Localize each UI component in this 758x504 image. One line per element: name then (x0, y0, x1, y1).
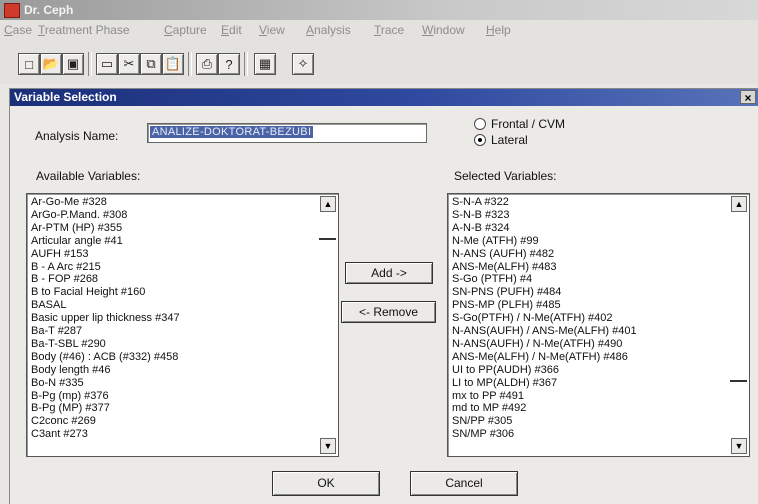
scroll-down-icon[interactable]: ▼ (320, 438, 336, 454)
app-logo-icon (4, 3, 20, 18)
close-icon[interactable]: × (740, 90, 756, 105)
scroll-thumb[interactable] (319, 238, 336, 240)
list-item[interactable]: mx to PP #491 (452, 390, 524, 402)
dialog-title-bar: Variable Selection × (10, 89, 758, 106)
list-item[interactable]: UI to PP(AUDH) #366 (452, 364, 559, 376)
list-item[interactable]: C2conc #269 (31, 415, 96, 427)
menu-analysis[interactable]: Analysis (306, 20, 351, 40)
add-button[interactable]: Add -> (345, 262, 433, 284)
analysis-name-value: ANALIZE-DOKTORAT-BEZUBI (150, 126, 314, 138)
list-item[interactable]: md to MP #492 (452, 402, 526, 414)
list-item[interactable]: N-ANS(AUFH) / ANS-Me(ALFH) #401 (452, 325, 637, 337)
list-item[interactable]: Ba-T #287 (31, 325, 82, 337)
analysis-name-label: Analysis Name: (35, 129, 119, 143)
selected-variables-list[interactable]: ▲ ▼ S-N-A #322 S-N-B #323 A-N-B #324 N-Me (… (447, 193, 750, 457)
remove-button[interactable]: <- Remove (341, 301, 436, 323)
list-item[interactable]: Articular angle #41 (31, 235, 123, 247)
dialog-title: Variable Selection (14, 90, 117, 104)
scroll-up-icon[interactable]: ▲ (320, 196, 336, 212)
list-item[interactable]: SN-PNS (PUFH) #484 (452, 286, 561, 298)
menu-trace[interactable]: Trace (374, 20, 404, 40)
toolbar: □ 📂 ▣ ▭ ✂ ⧉ 📋 ⎙ ? ▦ ✧ (0, 40, 758, 84)
window-icon[interactable]: ▭ (96, 53, 118, 75)
menu-window[interactable]: Window (422, 20, 465, 40)
variable-selection-dialog: Variable Selection × Analysis Name: ANAL… (9, 88, 758, 504)
list-item[interactable]: ANS-Me(ALFH) #483 (452, 261, 557, 273)
open-folder-icon[interactable]: 📂 (40, 53, 62, 75)
new-file-icon[interactable]: □ (18, 53, 40, 75)
print-icon[interactable]: ⎙ (196, 53, 218, 75)
lateral-radio[interactable] (474, 134, 486, 146)
list-item[interactable]: Ar-PTM (HP) #355 (31, 222, 122, 234)
list-item[interactable]: B-Pg (mp) #376 (31, 390, 109, 402)
available-variables-list[interactable]: ▲ ▼ Ar-Go-Me #328 ArGo-P.Mand. #308 Ar-PTM… (26, 193, 339, 457)
list-item[interactable]: S-N-A #322 (452, 196, 509, 208)
list-item[interactable]: A-N-B #324 (452, 222, 509, 234)
list-item[interactable]: S-Go (PTFH) #4 (452, 273, 532, 285)
list-item[interactable]: B - FOP #268 (31, 273, 98, 285)
list-item[interactable]: B to Facial Height #160 (31, 286, 145, 298)
list-item[interactable]: SN/MP #306 (452, 428, 514, 440)
list-item[interactable]: SN/PP #305 (452, 415, 512, 427)
list-item[interactable]: PNS-MP (PLFH) #485 (452, 299, 561, 311)
list-item[interactable]: N-Me (ATFH) #99 (452, 235, 539, 247)
list-item[interactable]: ANS-Me(ALFH) / N-Me(ATFH) #486 (452, 351, 628, 363)
list-item[interactable]: AUFH #153 (31, 248, 88, 260)
toolbar-separator (88, 52, 92, 76)
ok-button[interactable]: OK (272, 471, 380, 496)
list-item[interactable]: N-ANS (AUFH) #482 (452, 248, 554, 260)
list-item[interactable]: S-Go(PTFH) / N-Me(ATFH) #402 (452, 312, 613, 324)
available-variables-label: Available Variables: (36, 169, 141, 183)
list-item[interactable]: LI to MP(ALDH) #367 (452, 377, 557, 389)
toolbar-separator (188, 52, 192, 76)
list-item[interactable]: C3ant #273 (31, 428, 88, 440)
menu-bar: Case Treatment Phase Capture Edit View A… (0, 20, 758, 40)
frontal-cvm-radio[interactable] (474, 118, 486, 130)
app-title: Dr. Ceph (24, 3, 74, 17)
list-item[interactable]: N-ANS(AUFH) / N-Me(ATFH) #490 (452, 338, 622, 350)
copy-icon[interactable]: ⧉ (140, 53, 162, 75)
list-item[interactable]: B-Pg (MP) #377 (31, 402, 110, 414)
list-item[interactable]: Bo-N #335 (31, 377, 84, 389)
menu-capture[interactable]: Capture (164, 20, 207, 40)
trace-tool-icon[interactable]: ✧ (292, 53, 314, 75)
help-icon[interactable]: ? (218, 53, 240, 75)
menu-treatment-phase[interactable]: Treatment Phase (38, 20, 130, 40)
menu-edit[interactable]: Edit (221, 20, 242, 40)
scroll-down-icon[interactable]: ▼ (731, 438, 747, 454)
scroll-thumb[interactable] (730, 380, 747, 382)
cut-icon[interactable]: ✂ (118, 53, 140, 75)
menu-view[interactable]: View (259, 20, 285, 40)
lateral-label: Lateral (491, 133, 528, 147)
list-item[interactable]: Ar-Go-Me #328 (31, 196, 107, 208)
menu-case[interactable]: Case (4, 20, 32, 40)
list-item[interactable]: Body (#46) : ACB (#332) #458 (31, 351, 178, 363)
list-item[interactable]: Body length #46 (31, 364, 111, 376)
list-item[interactable]: BASAL (31, 299, 66, 311)
image-icon[interactable]: ▦ (254, 53, 276, 75)
list-item[interactable]: B - A Arc #215 (31, 261, 101, 273)
app-title-bar: Dr. Ceph (0, 0, 758, 20)
frontal-cvm-label: Frontal / CVM (491, 117, 566, 131)
toolbar-separator (244, 52, 248, 76)
cancel-button[interactable]: Cancel (410, 471, 518, 496)
list-item[interactable]: Ba-T-SBL #290 (31, 338, 106, 350)
paste-icon[interactable]: 📋 (162, 53, 184, 75)
analysis-name-input[interactable]: ANALIZE-DOKTORAT-BEZUBI (147, 123, 427, 143)
list-item[interactable]: ArGo-P.Mand. #308 (31, 209, 127, 221)
selected-variables-label: Selected Variables: (454, 169, 557, 183)
save-disk-icon[interactable]: ▣ (62, 53, 84, 75)
list-item[interactable]: Basic upper lip thickness #347 (31, 312, 180, 324)
menu-help[interactable]: Help (486, 20, 511, 40)
list-item[interactable]: S-N-B #323 (452, 209, 509, 221)
scroll-up-icon[interactable]: ▲ (731, 196, 747, 212)
